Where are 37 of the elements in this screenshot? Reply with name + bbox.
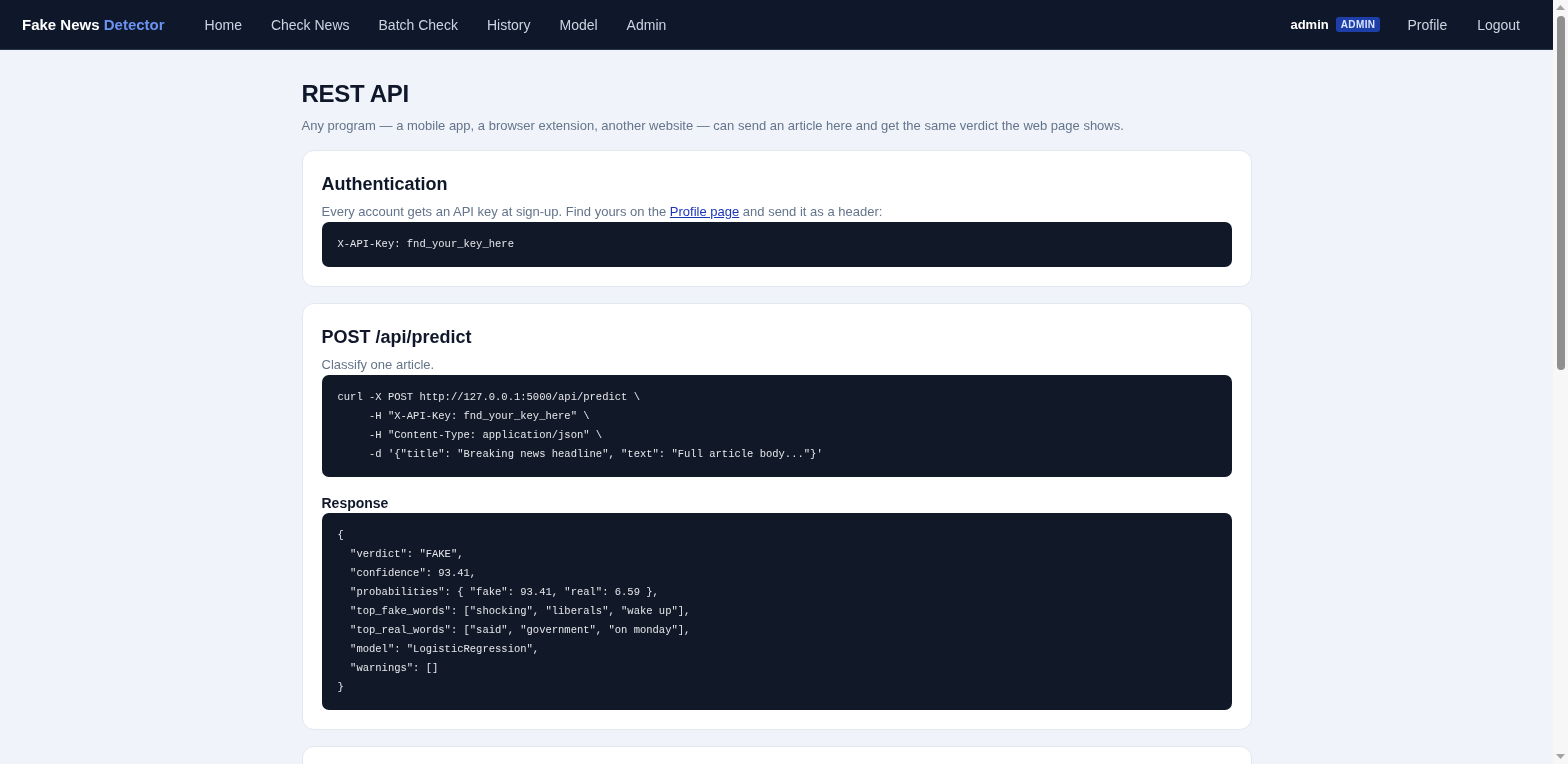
code-line: "probabilities": { "fake": 93.41, "real": 6.59 }, <box>349 585 660 600</box>
brand-logo[interactable]: Fake News Detector <box>22 16 165 33</box>
scrollbar-track[interactable] <box>1553 0 1568 764</box>
section-description: Classify one article. <box>321 356 436 374</box>
scroll-down-icon[interactable] <box>1556 754 1565 759</box>
scrollbar-thumb[interactable] <box>1556 16 1565 370</box>
profile-link[interactable]: Profile page <box>669 204 740 219</box>
code-line: { <box>337 528 345 543</box>
code-line: -H "Content-Type: application/json" \ <box>368 428 604 443</box>
section-heading: POST /api/predict <box>321 326 473 349</box>
page-title: REST API <box>301 79 410 109</box>
code-line: "confidence": 93.41, <box>349 566 478 581</box>
nav-link[interactable]: Check News <box>270 16 350 33</box>
code-line: "verdict": "FAKE", <box>349 547 465 562</box>
nav-link[interactable]: Model <box>559 16 598 33</box>
code-line: -H "X-API-Key: fnd_your_key_here" \ <box>368 409 591 424</box>
code-line: } <box>337 680 345 695</box>
scroll-up-icon[interactable] <box>1556 5 1565 10</box>
code-line: "warnings": [] <box>349 661 440 676</box>
role-badge: ADMIN <box>1335 17 1381 32</box>
code-line: curl -X POST http://127.0.0.1:5000/api/predict \ <box>337 390 641 405</box>
code-line: "model": "LogisticRegression", <box>349 642 541 657</box>
nav-link[interactable]: Profile <box>1407 16 1448 33</box>
block-label: Response <box>321 494 390 513</box>
section-description: Every account gets an API key at sign-up. Find yours on the Profile page and send it as a header: <box>321 203 884 221</box>
code-line: -d '{"title": "Breaking news headline", "text": "Full article body..."}' <box>368 447 824 462</box>
nav-link[interactable]: Batch Check <box>378 16 458 33</box>
code-line: X-API-Key: fnd_your_key_here <box>337 237 515 252</box>
code-line: "top_real_words": ["said", "government", "on monday"], <box>349 623 692 638</box>
page-subtitle: Any program — a mobile app, a browser extension, another website — can send an article here and get the same verdict the web page shows. <box>301 117 1125 135</box>
nav-link[interactable]: Admin <box>626 16 667 33</box>
code-line: "top_fake_words": ["shocking", "liberals", "wake up"], <box>349 604 692 619</box>
section-heading: Authentication <box>321 173 449 196</box>
nav-link[interactable]: Logout <box>1477 16 1520 33</box>
username: admin <box>1290 17 1329 32</box>
nav-link[interactable]: Home <box>204 16 242 33</box>
nav-link[interactable]: History <box>486 16 531 33</box>
